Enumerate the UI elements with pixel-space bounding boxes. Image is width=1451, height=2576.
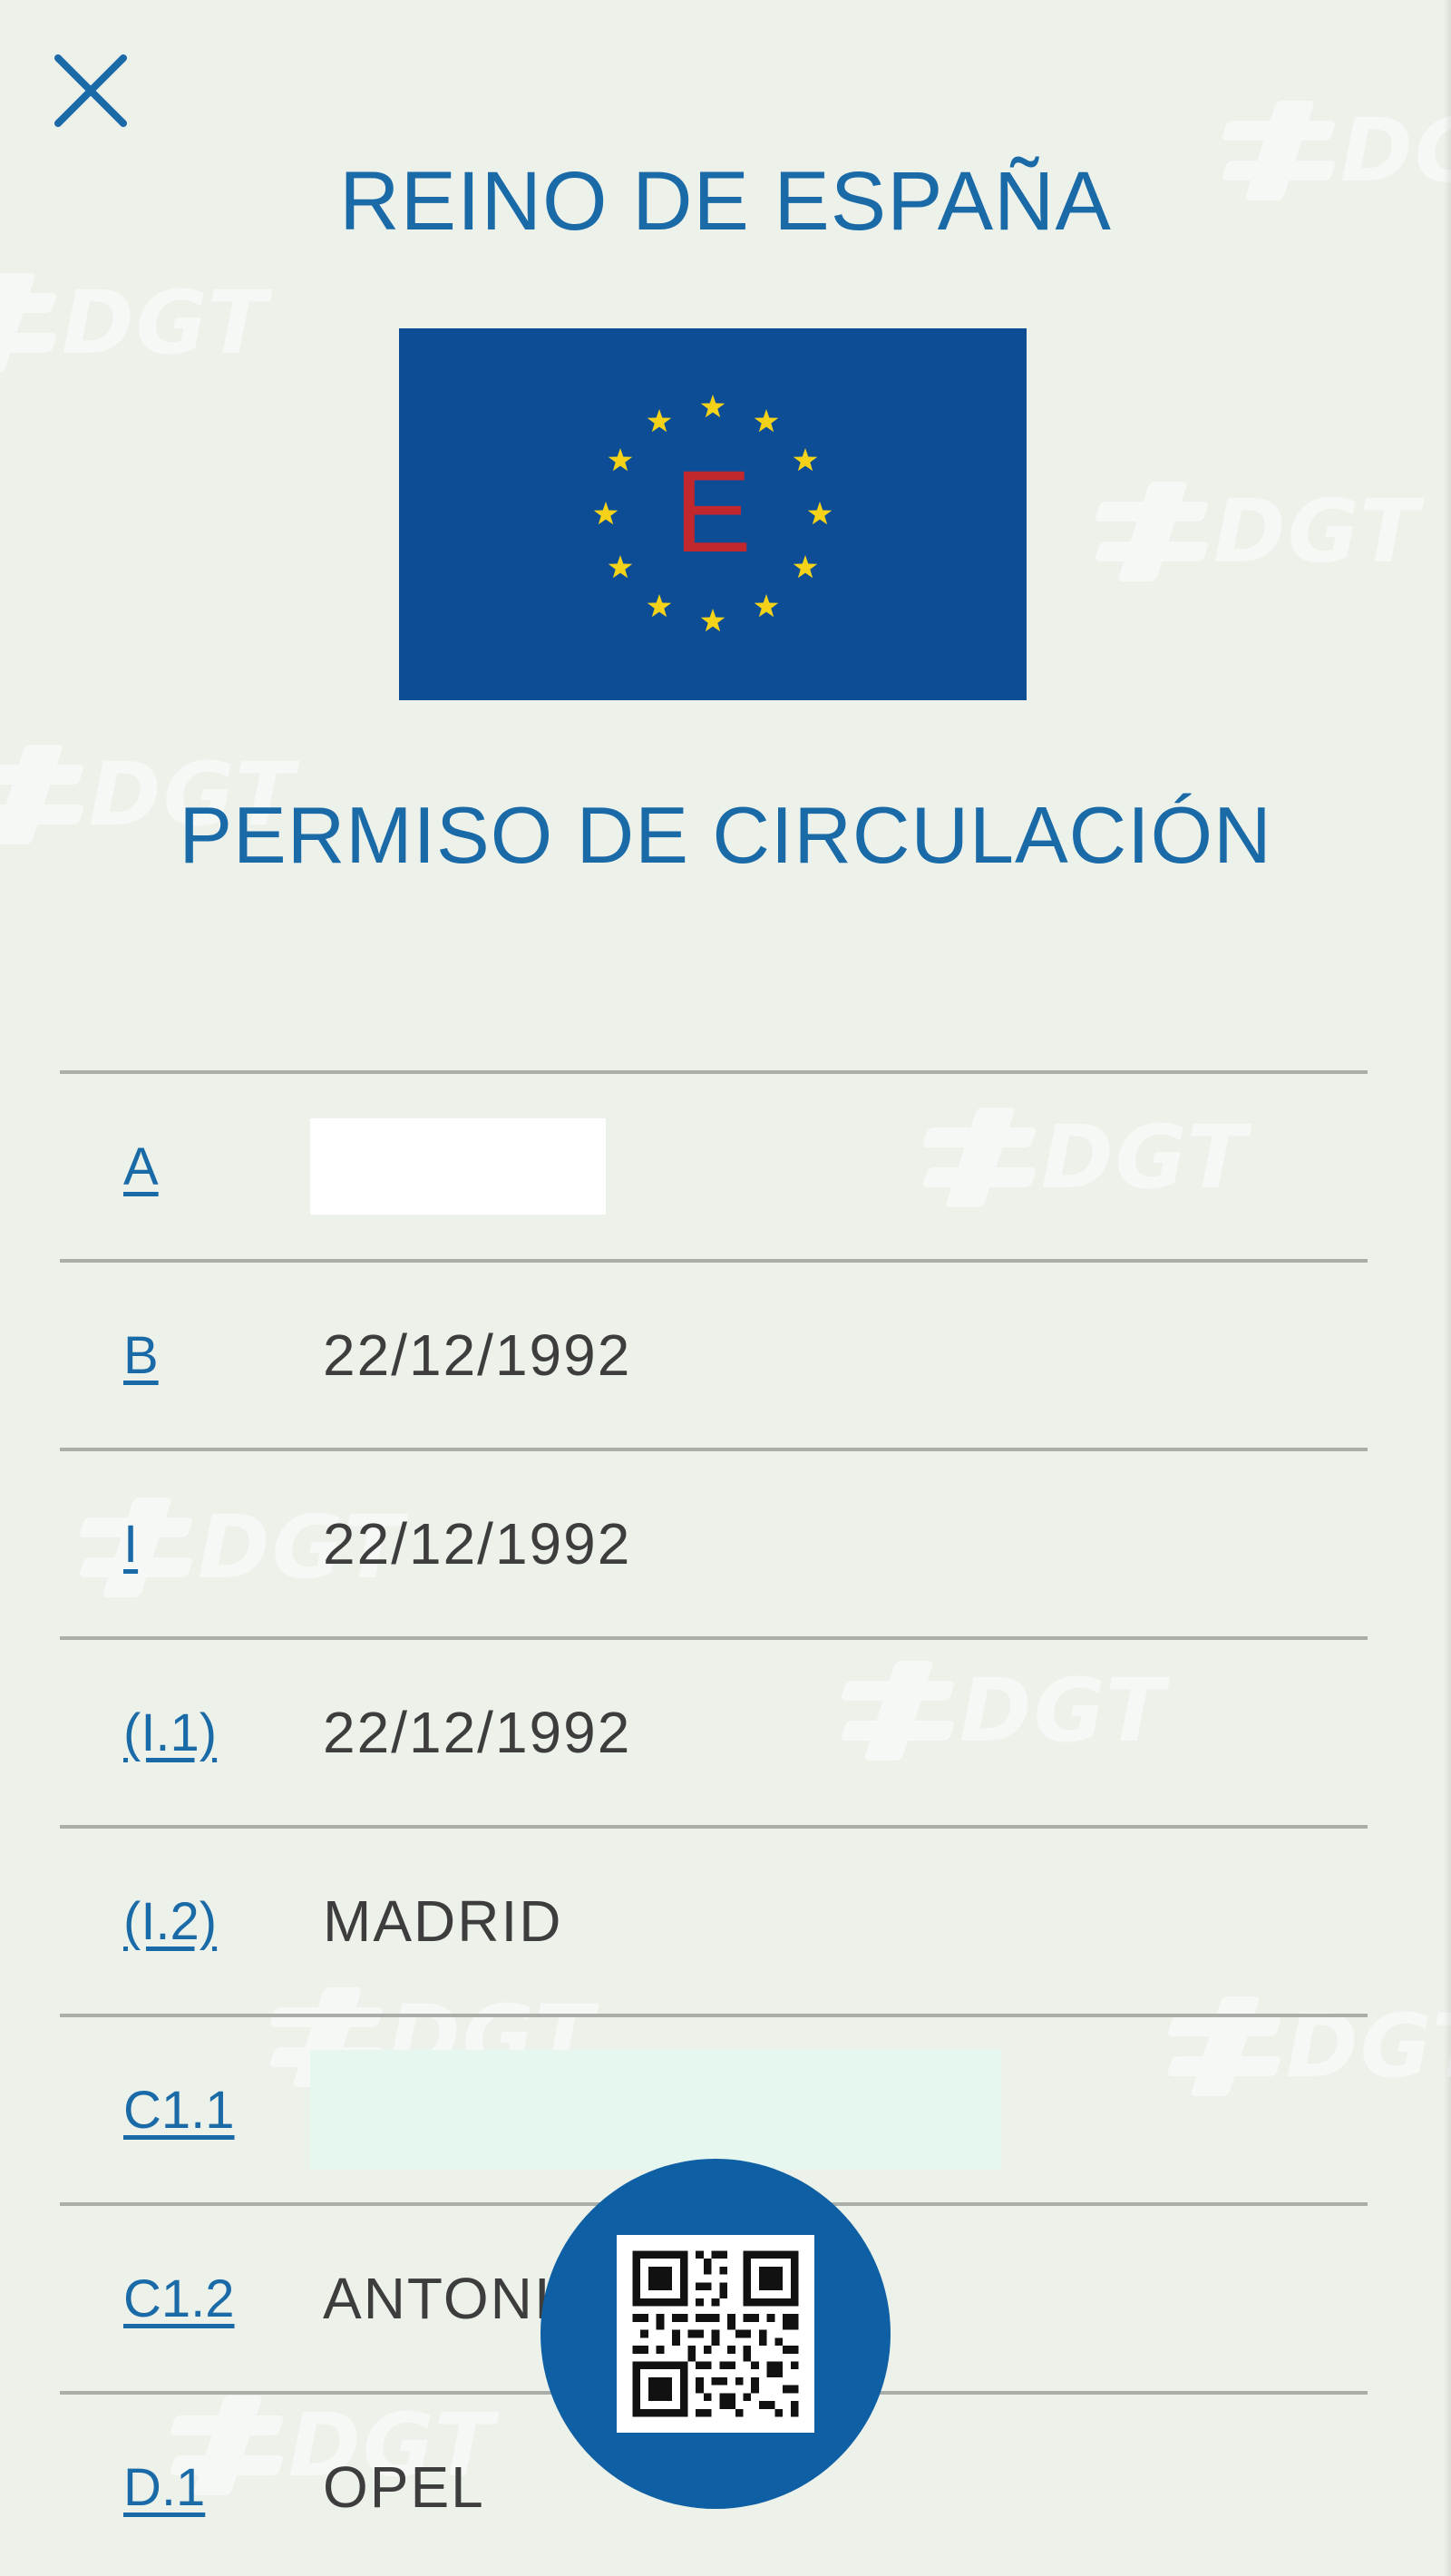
field-row-i1: (I.1) 22/12/1992 (60, 1640, 1368, 1829)
field-value-c12: ANTONI (323, 2266, 552, 2331)
field-value-i: 22/12/1992 (323, 1511, 632, 1576)
field-label-a[interactable]: A (123, 1137, 159, 1197)
eu-flag-icon: E (399, 328, 1027, 700)
field-row-a: A (60, 1074, 1368, 1263)
field-row-i2: (I.2) MADRID (60, 1829, 1368, 2017)
eu-flag: E (399, 328, 1027, 700)
field-value-d1: OPEL (323, 2454, 485, 2520)
field-label-i1[interactable]: (I.1) (123, 1703, 217, 1763)
field-label-b[interactable]: B (123, 1325, 159, 1386)
field-value-i1: 22/12/1992 (323, 1700, 632, 1765)
edge-shadow (1444, 0, 1451, 2576)
close-button[interactable] (45, 45, 136, 136)
field-label-i[interactable]: I (123, 1514, 138, 1575)
watermark: DGT (1094, 481, 1420, 582)
close-icon (54, 54, 127, 127)
redacted-value (310, 2050, 1001, 2170)
field-row-i: I 22/12/1992 (60, 1451, 1368, 1640)
field-label-d1[interactable]: D.1 (123, 2457, 205, 2518)
field-value-b: 22/12/1992 (323, 1322, 632, 1388)
dgt-logo-icon (1094, 482, 1210, 581)
qr-code-icon (617, 2235, 814, 2433)
field-row-b: B 22/12/1992 (60, 1263, 1368, 1451)
permit-screen: DGT DGT DGT DGT DGT DGT DGT DGT DGT DGT (0, 0, 1451, 2576)
field-label-c12[interactable]: C1.2 (123, 2269, 235, 2329)
field-label-c11[interactable]: C1.1 (123, 2080, 235, 2141)
field-label-i2[interactable]: (I.2) (123, 1891, 217, 1952)
country-title: REINO DE ESPAÑA (339, 155, 1112, 248)
watermark: DGT (0, 272, 268, 374)
redacted-value (310, 1118, 606, 1215)
document-title: PERMISO DE CIRCULACIÓN (179, 790, 1272, 880)
qr-code-button[interactable] (540, 2159, 891, 2509)
field-value-i2: MADRID (323, 1888, 563, 1954)
dgt-logo-icon (0, 273, 58, 373)
flag-letter: E (674, 447, 751, 577)
